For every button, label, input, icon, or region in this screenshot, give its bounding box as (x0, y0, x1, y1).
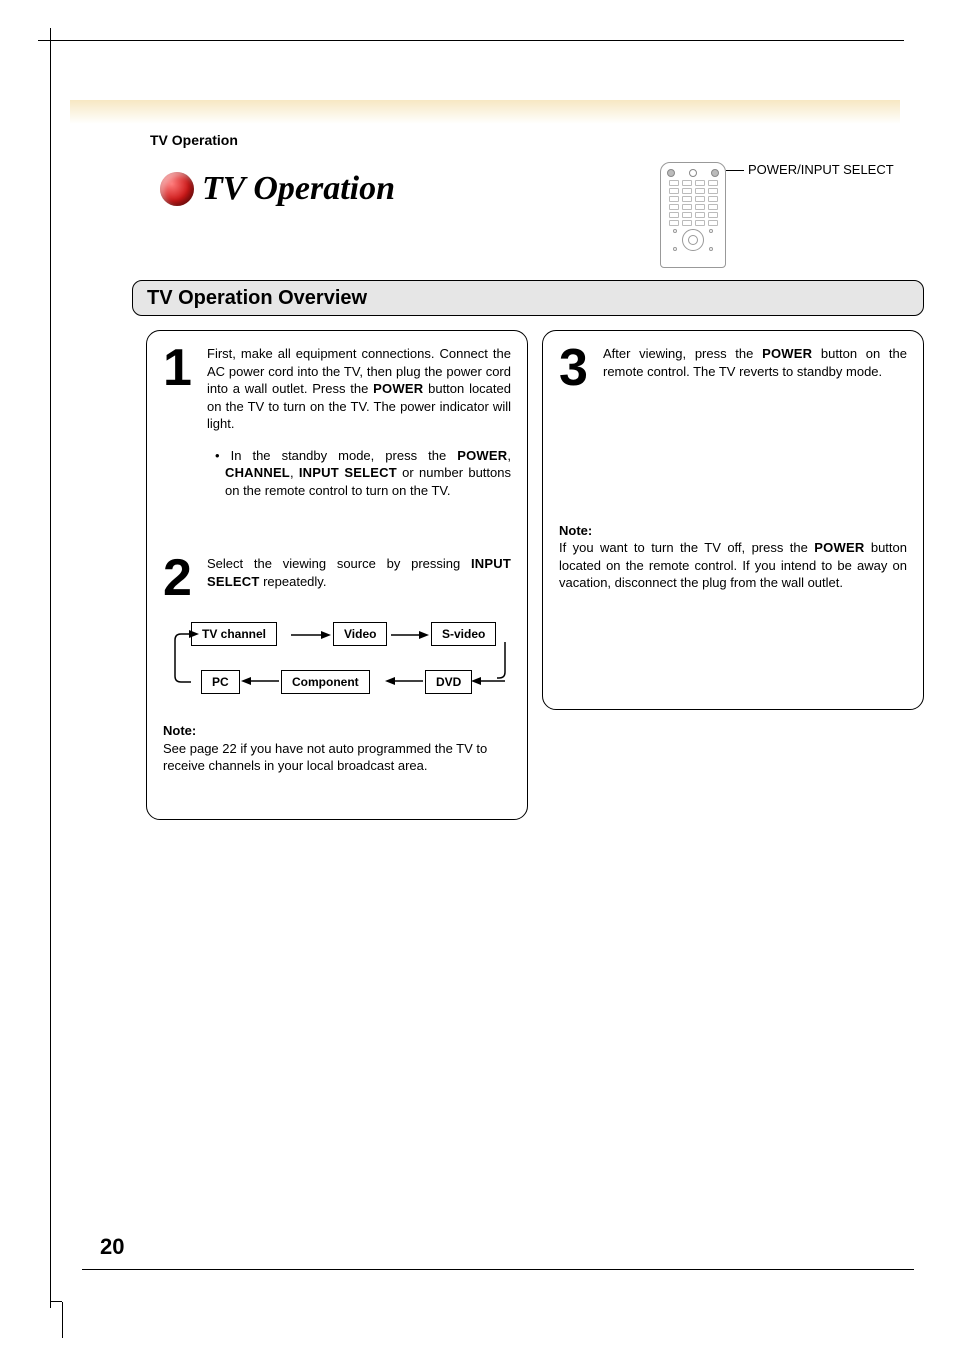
callout-leader (726, 170, 744, 171)
step-1: 1 First, make all equipment connections.… (163, 345, 511, 499)
page-frame: TV Operation TV Operation POWER/INPU (50, 40, 904, 1308)
crop-tick (38, 40, 50, 41)
remote-button-icon (667, 169, 675, 177)
step-2: 2 Select the viewing source by pressing … (163, 555, 511, 602)
crop-tick (50, 1301, 62, 1302)
arrow-icon (385, 676, 423, 686)
step-text: First, make all equipment connections. C… (207, 345, 511, 499)
arrow-icon (173, 630, 199, 690)
remote-button-icon (711, 169, 719, 177)
note-text: If you want to turn the TV off, press th… (559, 539, 907, 592)
flow-box-component: Component (281, 670, 370, 694)
note-heading: Note: (163, 722, 511, 740)
remote-button-icon (689, 169, 697, 177)
flow-box-dvd: DVD (425, 670, 472, 694)
page-number: 20 (100, 1234, 124, 1260)
crop-tick (62, 1302, 63, 1338)
step-number: 3 (559, 345, 593, 392)
steps-panel-left: 1 First, make all equipment connections.… (146, 330, 528, 820)
step-number: 2 (163, 555, 197, 602)
note-text: See page 22 if you have not auto program… (163, 740, 511, 775)
steps-panel-right: 3 After viewing, press the POWER button … (542, 330, 924, 710)
step-3: 3 After viewing, press the POWER button … (559, 345, 907, 392)
arrow-icon (391, 630, 429, 640)
flow-box-pc: PC (201, 670, 240, 694)
manual-page: TV Operation TV Operation POWER/INPU (0, 0, 954, 1348)
flow-box-video: Video (333, 622, 387, 646)
step-number: 1 (163, 345, 197, 499)
crop-tick (50, 28, 51, 40)
flow-box-tv: TV channel (191, 622, 277, 646)
step-text: Select the viewing source by pressing IN… (207, 555, 511, 602)
step-text: After viewing, press the POWER button on… (603, 345, 907, 392)
page-title: TV Operation (202, 170, 395, 208)
overview-heading: TV Operation Overview (147, 287, 367, 310)
flow-box-svideo: S-video (431, 622, 496, 646)
arrow-icon (291, 630, 331, 640)
overview-heading-bar: TV Operation Overview (132, 280, 924, 316)
callout-label: POWER/INPUT SELECT (748, 162, 894, 177)
arrow-icon (471, 676, 505, 686)
note-heading: Note: (559, 522, 907, 540)
page-title-block: TV Operation (160, 170, 395, 208)
footer-rule (82, 1269, 914, 1270)
header-gradient (70, 100, 900, 124)
running-header: TV Operation (150, 132, 238, 148)
remote-diagram (660, 162, 726, 268)
input-cycle-diagram: TV channel Video S-video PC Component DV… (163, 616, 511, 712)
arrow-icon (241, 676, 279, 686)
bullet-icon (160, 172, 194, 206)
